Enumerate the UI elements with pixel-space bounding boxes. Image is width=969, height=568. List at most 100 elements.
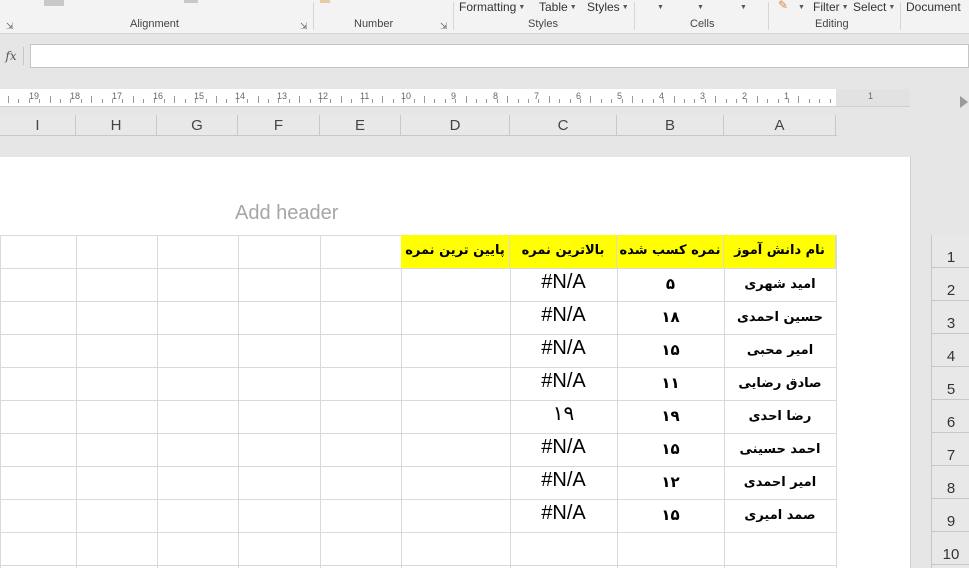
add-header-placeholder[interactable]: Add header <box>235 202 338 225</box>
conditional-formatting-button[interactable]: Formatting ▼ <box>459 0 525 14</box>
sort-filter-button[interactable]: Filter ▼ <box>813 0 849 14</box>
cell-max[interactable]: ۱۹ <box>510 400 617 433</box>
insert-function-icon[interactable]: fx <box>0 45 22 67</box>
cell-name[interactable]: حسین احمدی <box>724 301 836 334</box>
cell-name[interactable]: امیر محبی <box>724 334 836 367</box>
cell-name[interactable]: رضا احدی <box>724 400 836 433</box>
grid-line-vertical <box>238 235 239 568</box>
column-header-b[interactable]: B <box>617 115 724 136</box>
ruler-tick <box>486 99 487 103</box>
ruler-tick <box>642 99 643 103</box>
grid-line-horizontal <box>0 565 836 566</box>
number-group-launcher-icon[interactable]: ⇲ <box>440 21 448 32</box>
chevron-down-icon: ▼ <box>518 4 526 11</box>
column-header-h[interactable]: H <box>76 115 157 136</box>
row-header-1[interactable]: 1 <box>932 235 969 268</box>
ruler-number: 1 <box>868 91 874 101</box>
row-header-5[interactable]: 5 <box>932 367 969 400</box>
header-cell-max[interactable]: بالاترین نمره <box>510 235 617 268</box>
ruler-tick <box>112 99 113 103</box>
ruler-tick <box>538 99 539 103</box>
cell-score[interactable]: ۵ <box>617 268 724 301</box>
row-header-9[interactable]: 9 <box>932 499 969 532</box>
wrap-text-icon[interactable] <box>184 0 198 3</box>
ruler-tick <box>497 99 498 103</box>
row-header-6[interactable]: 6 <box>932 400 969 433</box>
ruler-tick <box>746 99 747 103</box>
header-cell-name[interactable]: نام دانش آموز <box>724 235 836 268</box>
conditional-formatting-label: Formatting <box>459 0 517 14</box>
delete-cells-dropdown[interactable]: ▼ <box>695 0 704 14</box>
font-group-launcher-icon[interactable]: ⇲ <box>6 21 14 32</box>
cell-max[interactable]: #N/A <box>510 301 617 334</box>
column-header-c[interactable]: C <box>510 115 617 136</box>
row-header-8[interactable]: 8 <box>932 466 969 499</box>
row-header-3[interactable]: 3 <box>932 301 969 334</box>
cell-styles-button[interactable]: Styles ▼ <box>587 0 629 14</box>
cell-name[interactable]: امیر احمدی <box>724 466 836 499</box>
document-button[interactable]: Document <box>906 0 961 14</box>
cell-score[interactable]: ۱۸ <box>617 301 724 334</box>
cell-max[interactable]: #N/A <box>510 268 617 301</box>
insert-cells-dropdown[interactable]: ▼ <box>655 0 664 14</box>
column-header-f[interactable]: F <box>238 115 320 136</box>
cell-styles-label: Styles <box>587 0 620 14</box>
cell-max[interactable]: #N/A <box>510 499 617 532</box>
column-header-e[interactable]: E <box>320 115 401 136</box>
alignment-group-launcher-icon[interactable]: ⇲ <box>300 21 308 32</box>
cell-score[interactable]: ۱۵ <box>617 499 724 532</box>
format-as-table-label: Table <box>539 0 568 14</box>
ruler-tick <box>632 96 633 103</box>
cell-name[interactable]: صمد امیری <box>724 499 836 532</box>
ruler-tick <box>580 99 581 103</box>
row-header-4[interactable]: 4 <box>932 334 969 367</box>
column-header-d[interactable]: D <box>401 115 510 136</box>
ribbon-separator <box>313 2 314 30</box>
ruler-tick <box>164 99 165 103</box>
number-format-icon[interactable] <box>320 0 330 3</box>
cell-score[interactable]: ۱۱ <box>617 367 724 400</box>
ruler-tick <box>788 99 789 103</box>
find-select-label: Select <box>853 0 887 14</box>
column-header-i[interactable]: I <box>0 115 76 136</box>
cell-name[interactable]: امید شهری <box>724 268 836 301</box>
cell-max[interactable]: #N/A <box>510 433 617 466</box>
ruler-tick <box>247 99 248 103</box>
cell-score[interactable]: ۱۵ <box>617 334 724 367</box>
format-cells-dropdown[interactable]: ▼ <box>738 0 747 14</box>
cell-score[interactable]: ۱۵ <box>617 433 724 466</box>
ribbon: Alignment ⇲ ⇲ Number ⇲ Formatting ▼ Table… <box>0 0 969 34</box>
column-header-a[interactable]: A <box>724 115 836 136</box>
cell-max[interactable]: #N/A <box>510 367 617 400</box>
column-header-g[interactable]: G <box>157 115 238 136</box>
cell-max[interactable]: #N/A <box>510 466 617 499</box>
ruler-tick <box>663 99 664 103</box>
row-header-10[interactable]: 10 <box>932 532 969 565</box>
ribbon-separator <box>453 2 454 30</box>
ruler-tick <box>715 96 716 103</box>
ruler-tick <box>767 99 768 103</box>
header-cell-score[interactable]: نمره کسب شده <box>617 235 724 268</box>
header-cell-min[interactable]: پایین ترین نمره <box>401 235 510 268</box>
cell-name[interactable]: احمد حسینی <box>724 433 836 466</box>
cell-name[interactable]: صادق رضایی <box>724 367 836 400</box>
chevron-down-icon: ▼ <box>621 4 629 11</box>
clear-dropdown[interactable]: ▼ <box>796 0 805 14</box>
clear-icon[interactable]: ✎ <box>778 0 788 12</box>
format-as-table-button[interactable]: Table ▼ <box>539 0 577 14</box>
cell-max[interactable]: #N/A <box>510 334 617 367</box>
ruler-tick <box>185 99 186 103</box>
cell-score[interactable]: ۱۲ <box>617 466 724 499</box>
alignment-button-icon[interactable] <box>44 0 64 6</box>
scroll-right-icon[interactable] <box>960 96 968 108</box>
row-header-7[interactable]: 7 <box>932 433 969 466</box>
formula-input[interactable] <box>30 44 969 68</box>
cell-score[interactable]: ۱۹ <box>617 400 724 433</box>
find-select-button[interactable]: Select ▼ <box>853 0 895 14</box>
ruler-tick <box>653 99 654 103</box>
row-header-2[interactable]: 2 <box>932 268 969 301</box>
ruler-tick <box>819 99 820 103</box>
ribbon-separator <box>634 2 635 30</box>
ruler-tick <box>278 99 279 103</box>
ruler-tick <box>268 99 269 103</box>
